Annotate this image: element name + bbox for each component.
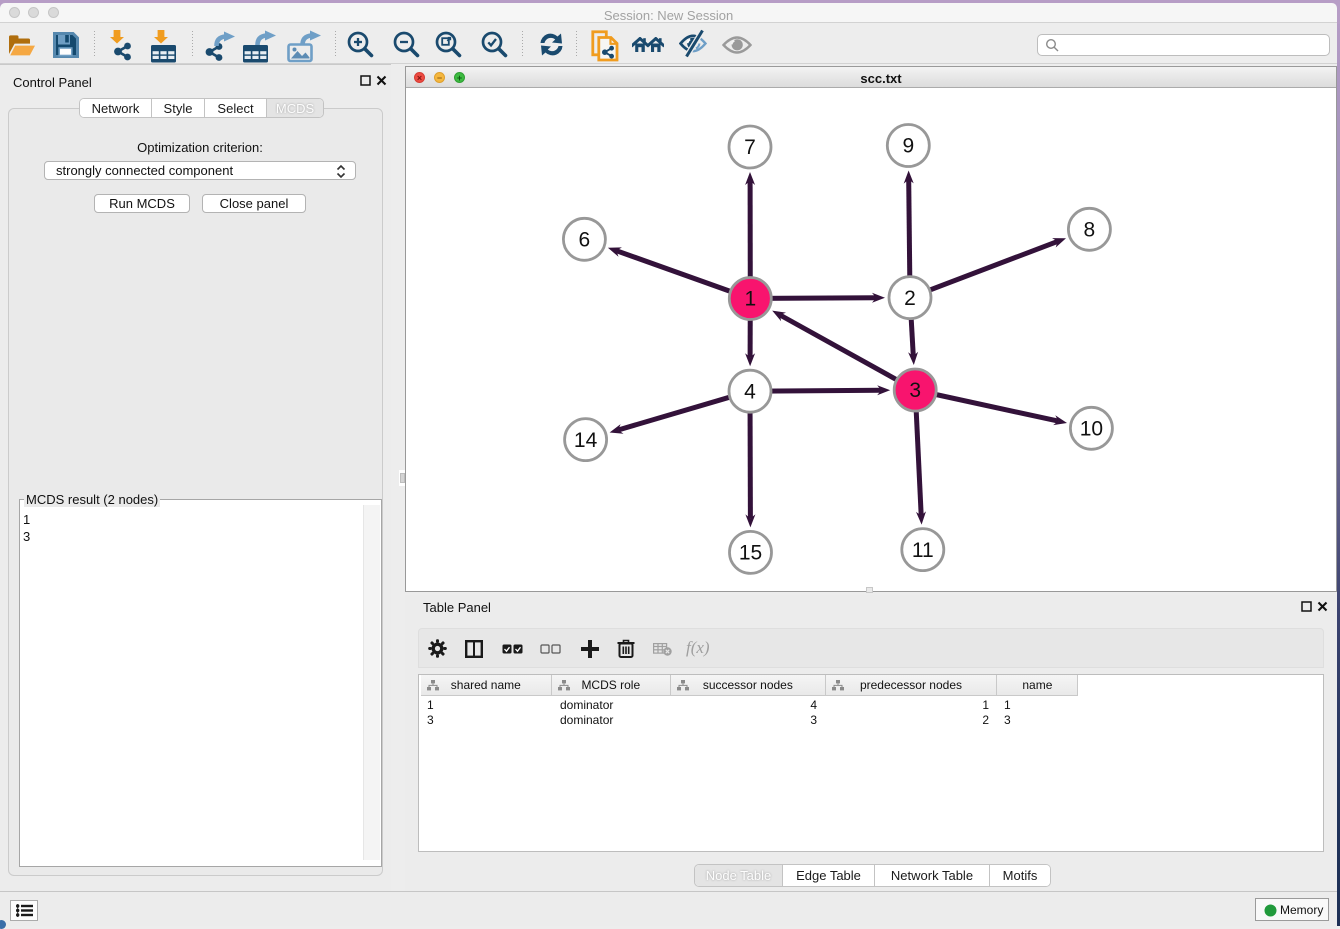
svg-text:7: 7 bbox=[744, 136, 756, 159]
svg-text:10: 10 bbox=[1080, 418, 1103, 441]
svg-text:15: 15 bbox=[739, 542, 762, 565]
svg-text:8: 8 bbox=[1084, 219, 1096, 242]
svg-text:2: 2 bbox=[904, 287, 916, 310]
svg-text:3: 3 bbox=[909, 379, 921, 402]
svg-text:14: 14 bbox=[574, 429, 598, 452]
svg-text:1: 1 bbox=[744, 288, 756, 311]
svg-text:6: 6 bbox=[579, 229, 591, 252]
svg-text:11: 11 bbox=[912, 539, 934, 562]
svg-text:4: 4 bbox=[744, 380, 756, 403]
svg-text:9: 9 bbox=[902, 135, 914, 158]
svg-text:f(x): f(x) bbox=[686, 639, 710, 657]
